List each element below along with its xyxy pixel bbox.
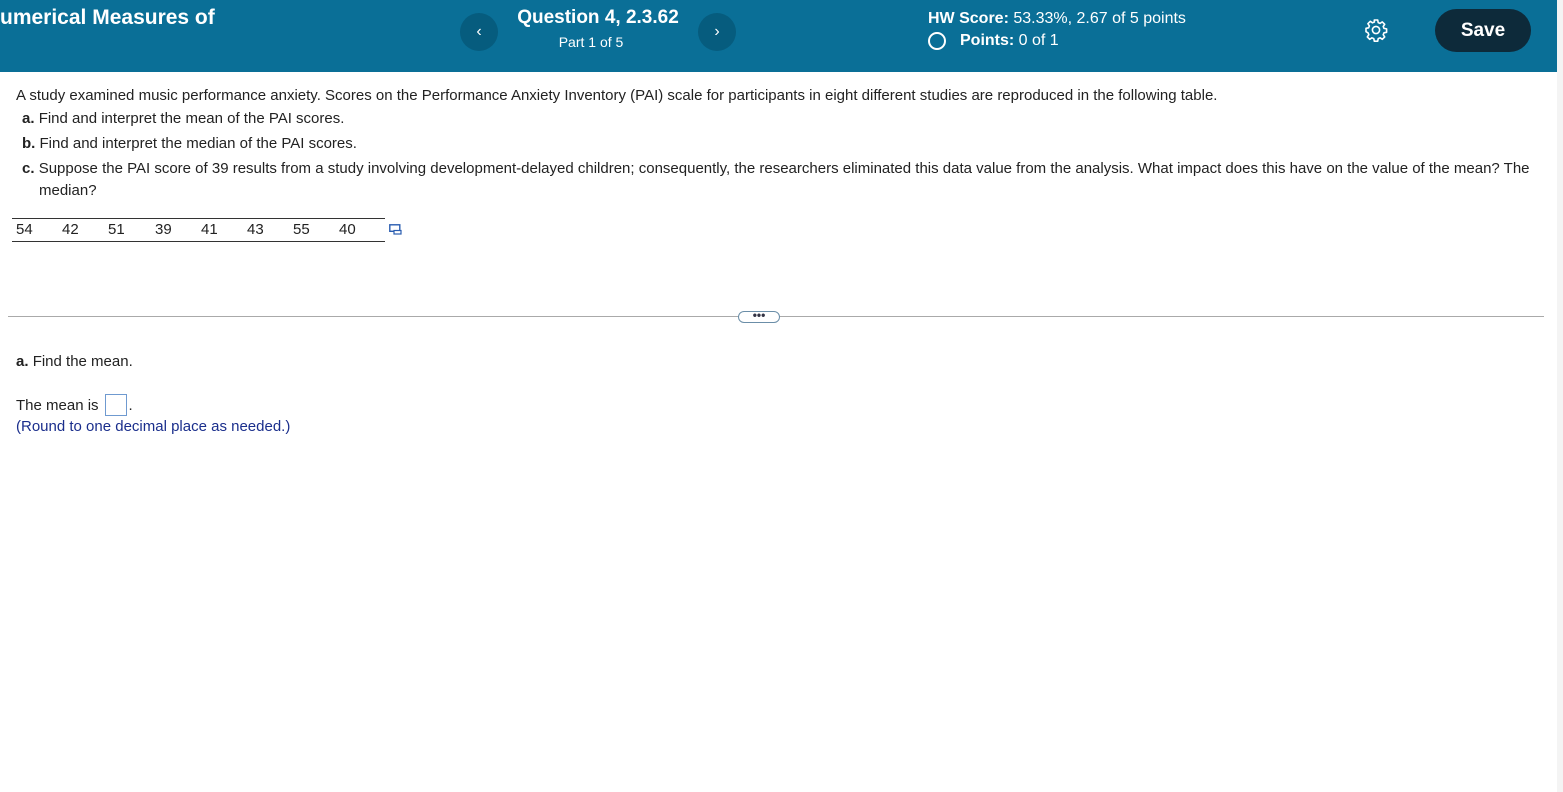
question-part: Part 1 of 5 bbox=[558, 34, 624, 50]
answer-part-text: Find the mean. bbox=[32, 353, 133, 370]
next-question-button[interactable]: › bbox=[698, 13, 736, 51]
problem-stem: A study examined music performance anxie… bbox=[16, 87, 1218, 104]
part-label: a. bbox=[22, 110, 35, 127]
part-label: c. bbox=[22, 160, 35, 177]
points-value: 0 of 1 bbox=[1018, 32, 1059, 49]
answer-prompt: a. Find the mean. bbox=[16, 353, 133, 370]
expand-more-button[interactable]: ••• bbox=[738, 309, 780, 323]
problem-part-a: a. Find and interpret the mean of the PA… bbox=[22, 110, 344, 127]
points-label: Points: bbox=[960, 32, 1015, 49]
problem-part-b: b. Find and interpret the median of the … bbox=[22, 135, 357, 152]
mean-prefix: The mean is bbox=[16, 396, 99, 414]
answer-part-label: a. bbox=[16, 353, 29, 370]
hw-score-value: 53.33%, 2.67 of 5 points bbox=[1013, 10, 1186, 27]
problem-part-c: c. Suppose the PAI score of 39 results f… bbox=[22, 158, 1549, 202]
part-text: Suppose the PAI score of 39 results from… bbox=[38, 160, 1530, 199]
table-cell: 43 bbox=[247, 221, 264, 238]
copy-data-icon[interactable] bbox=[389, 224, 402, 235]
table-cell: 42 bbox=[62, 221, 79, 238]
mean-answer-input[interactable] bbox=[104, 394, 127, 416]
question-title: Question 4, 2.3.62 bbox=[517, 7, 679, 28]
table-cell: 51 bbox=[108, 221, 125, 238]
mean-answer-line: The mean is . bbox=[16, 394, 133, 416]
table-cell: 39 bbox=[155, 221, 172, 238]
question-points: Points: 0 of 1 bbox=[928, 32, 1059, 50]
part-text: Find and interpret the median of the PAI… bbox=[39, 135, 357, 152]
part-label: b. bbox=[22, 135, 36, 152]
part-text: Find and interpret the mean of the PAI s… bbox=[38, 110, 345, 127]
data-table: 54 42 51 39 41 43 55 40 bbox=[12, 218, 385, 242]
hw-score-label: HW Score: bbox=[928, 10, 1009, 27]
table-cell: 54 bbox=[16, 221, 33, 238]
hw-score: HW Score: 53.33%, 2.67 of 5 points bbox=[928, 10, 1186, 28]
table-cell: 55 bbox=[293, 221, 310, 238]
mean-suffix: . bbox=[128, 396, 133, 414]
header-bar: umerical Measures of ‹ Question 4, 2.3.6… bbox=[0, 0, 1557, 72]
gear-icon[interactable] bbox=[1364, 18, 1388, 42]
previous-question-button[interactable]: ‹ bbox=[460, 13, 498, 51]
assignment-title: umerical Measures of bbox=[0, 6, 215, 29]
table-cell: 41 bbox=[201, 221, 218, 238]
rounding-hint: (Round to one decimal place as needed.) bbox=[16, 418, 291, 435]
scrollbar-track[interactable] bbox=[1557, 0, 1563, 792]
status-circle-icon bbox=[928, 32, 946, 50]
save-button[interactable]: Save bbox=[1435, 9, 1531, 52]
table-cell: 40 bbox=[339, 221, 356, 238]
